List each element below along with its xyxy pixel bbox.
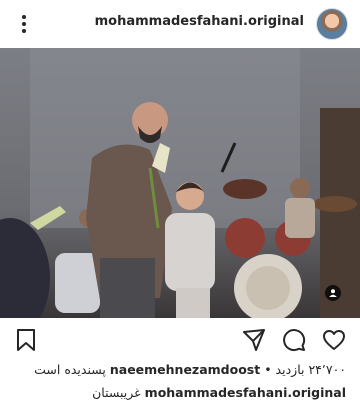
caption-username[interactable]: mohammadesfahani.original [145,385,346,400]
comment-button[interactable] [280,326,308,354]
user-tag-icon [329,289,337,297]
save-button[interactable] [12,326,40,354]
view-count: ۲۴٬۷۰۰ بازدید [275,362,346,377]
action-bar [0,322,360,358]
caption-text: غریبستان [92,385,141,400]
bookmark-icon [17,329,35,351]
heart-icon [323,330,345,350]
comment-icon [283,329,306,352]
separator: • [264,362,272,377]
post-header: mohammadesfahani.original [0,0,360,48]
post-image[interactable] [0,48,360,318]
post-username[interactable]: mohammadesfahani.original [95,14,304,29]
user-tag-button[interactable] [325,285,341,301]
liked-suffix: پسندیده است [34,362,106,377]
likes-summary[interactable]: ۲۴٬۷۰۰ بازدید • naeemehnezamdoost پسندید… [34,362,346,377]
send-icon [243,329,265,351]
like-button[interactable] [320,326,348,354]
post-caption: mohammadesfahani.original غریبستان [92,385,346,400]
profile-avatar[interactable] [316,8,348,40]
liked-by-username[interactable]: naeemehnezamdoost [110,362,260,377]
share-button[interactable] [240,326,268,354]
more-vertical-icon [22,15,26,33]
more-options-button[interactable] [10,10,38,38]
